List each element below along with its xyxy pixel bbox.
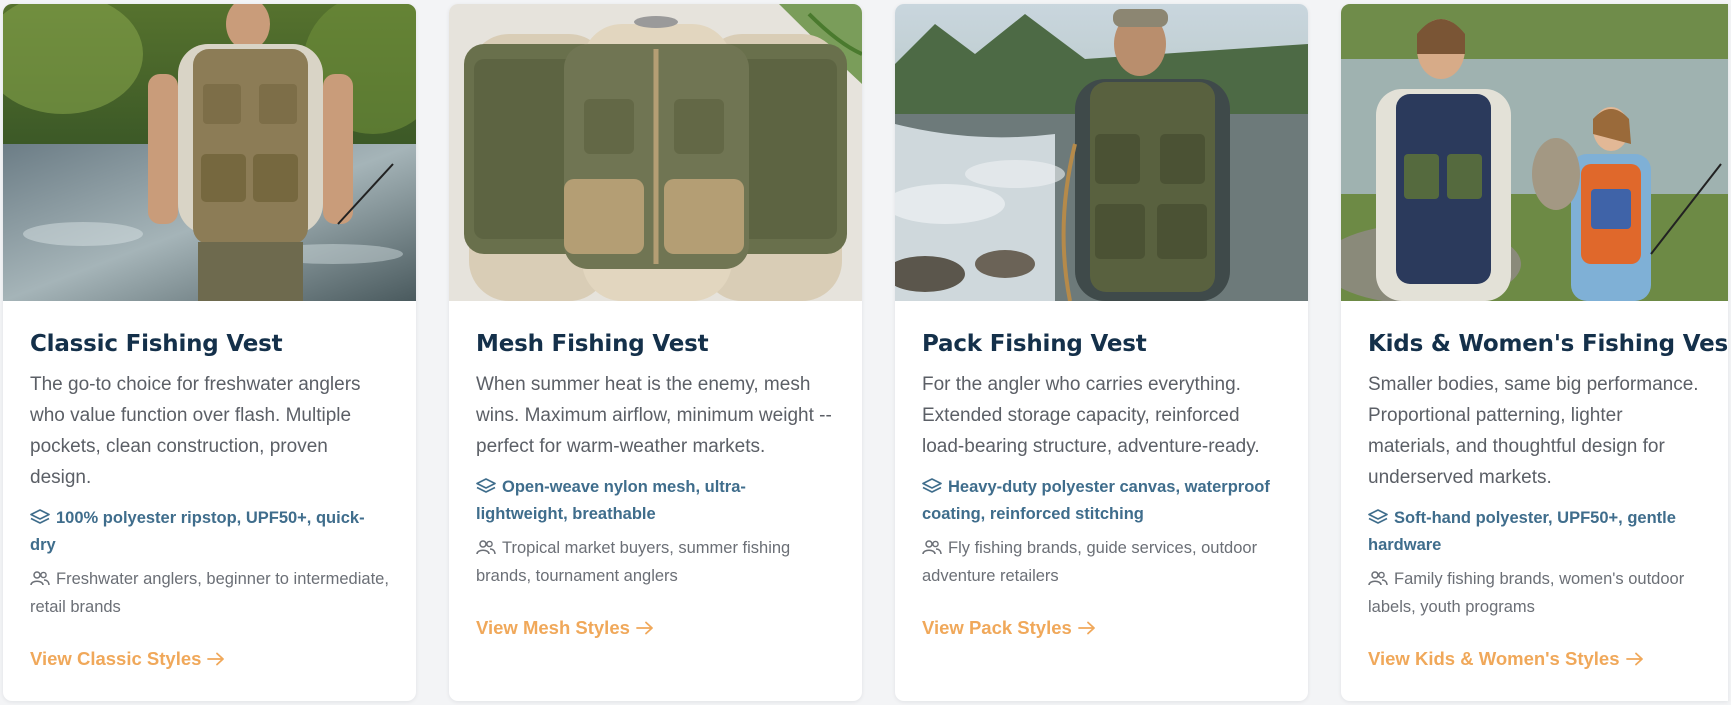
card-title: Kids & Women's Fishing Vest bbox=[1368, 331, 1728, 357]
product-image-kids-womens bbox=[1341, 4, 1728, 301]
material-text: 100% polyester ripstop, UPF50+, quick-dr… bbox=[30, 509, 365, 554]
users-icon bbox=[476, 536, 496, 555]
link-label: View Classic Styles bbox=[30, 648, 202, 669]
card-body: Kids & Women's Fishing Vest Smaller bodi… bbox=[1341, 301, 1728, 672]
users-icon bbox=[30, 567, 50, 586]
arrow-right-icon bbox=[636, 616, 654, 635]
material-text: Soft-hand polyester, UPF50+, gentle hard… bbox=[1368, 509, 1676, 554]
product-grid: Classic Fishing Vest The go-to choice fo… bbox=[0, 0, 1731, 705]
material-text: Open-weave nylon mesh, ultra-lightweight… bbox=[476, 478, 746, 523]
product-card-kids-womens: Kids & Women's Fishing Vest Smaller bodi… bbox=[1341, 4, 1728, 701]
product-card-classic: Classic Fishing Vest The go-to choice fo… bbox=[3, 4, 416, 701]
product-image-mesh bbox=[449, 4, 862, 301]
material-spec: Soft-hand polyester, UPF50+, gentle hard… bbox=[1368, 505, 1702, 559]
audience-text: Tropical market buyers, summer fishing b… bbox=[476, 539, 791, 585]
audience-text: Family fishing brands, women's outdoor l… bbox=[1368, 570, 1685, 616]
view-mesh-styles-link[interactable]: View Mesh Styles bbox=[476, 615, 654, 641]
view-pack-styles-link[interactable]: View Pack Styles bbox=[922, 615, 1096, 641]
link-label: View Kids & Women's Styles bbox=[1368, 648, 1620, 669]
card-body: Pack Fishing Vest For the angler who car… bbox=[895, 301, 1308, 641]
card-body: Classic Fishing Vest The go-to choice fo… bbox=[3, 301, 416, 672]
audience-text: Fly fishing brands, guide services, outd… bbox=[922, 539, 1258, 585]
arrow-right-icon bbox=[1077, 616, 1096, 635]
card-description: When summer heat is the enemy, mesh wins… bbox=[476, 374, 832, 457]
audience-info: Tropical market buyers, summer fishing b… bbox=[476, 534, 836, 590]
material-text: Heavy-duty polyester canvas, waterproof … bbox=[922, 478, 1270, 523]
card-description: Smaller bodies, same big performance. Pr… bbox=[1368, 374, 1699, 488]
layers-icon bbox=[922, 476, 942, 493]
layers-icon bbox=[476, 476, 496, 493]
product-card-pack: Pack Fishing Vest For the angler who car… bbox=[895, 4, 1308, 701]
view-classic-styles-link[interactable]: View Classic Styles bbox=[30, 646, 225, 672]
card-title: Mesh Fishing Vest bbox=[476, 331, 709, 357]
view-kids-womens-styles-link[interactable]: View Kids & Women's Styles bbox=[1368, 646, 1644, 672]
card-title: Classic Fishing Vest bbox=[30, 331, 283, 357]
material-spec: Open-weave nylon mesh, ultra-lightweight… bbox=[476, 474, 836, 528]
material-spec: 100% polyester ripstop, UPF50+, quick-dr… bbox=[30, 505, 390, 559]
layers-icon bbox=[30, 507, 50, 524]
material-spec: Heavy-duty polyester canvas, waterproof … bbox=[922, 474, 1282, 528]
product-image-classic bbox=[3, 4, 416, 301]
link-label: View Pack Styles bbox=[922, 617, 1072, 638]
card-body: Mesh Fishing Vest When summer heat is th… bbox=[449, 301, 862, 641]
audience-info: Freshwater anglers, beginner to intermed… bbox=[30, 565, 390, 621]
card-description: The go-to choice for freshwater anglers … bbox=[30, 374, 361, 488]
product-image-pack bbox=[895, 4, 1308, 301]
card-description: For the angler who carries everything. E… bbox=[922, 374, 1260, 457]
users-icon bbox=[1368, 567, 1388, 586]
audience-text: Freshwater anglers, beginner to intermed… bbox=[30, 570, 389, 616]
users-icon bbox=[922, 536, 942, 555]
link-label: View Mesh Styles bbox=[476, 617, 630, 638]
product-card-mesh: Mesh Fishing Vest When summer heat is th… bbox=[449, 4, 862, 701]
audience-info: Family fishing brands, women's outdoor l… bbox=[1368, 565, 1702, 621]
arrow-right-icon bbox=[1625, 647, 1644, 666]
card-title: Pack Fishing Vest bbox=[922, 331, 1147, 357]
layers-icon bbox=[1368, 507, 1388, 524]
audience-info: Fly fishing brands, guide services, outd… bbox=[922, 534, 1282, 590]
arrow-right-icon bbox=[207, 647, 225, 666]
